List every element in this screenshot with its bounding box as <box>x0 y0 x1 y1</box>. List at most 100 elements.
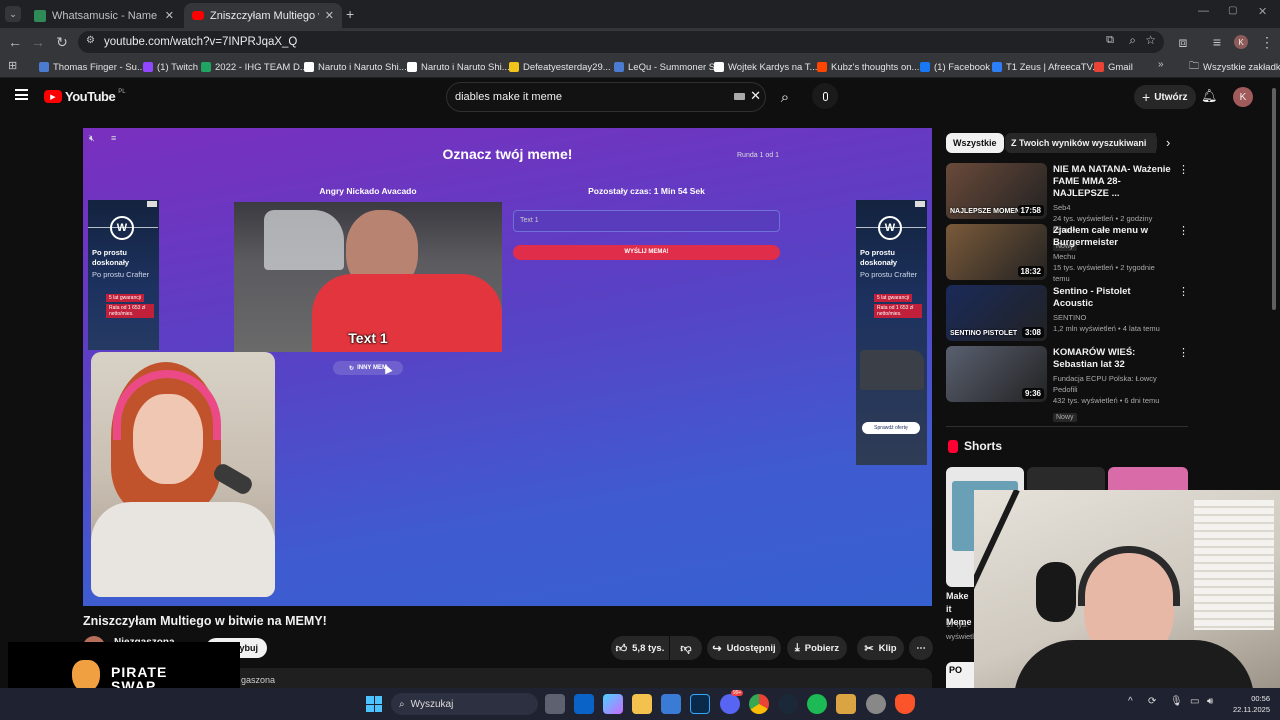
more-options-icon[interactable]: ⋮ <box>1178 224 1189 237</box>
store-icon[interactable] <box>661 694 681 714</box>
profile-avatar[interactable]: K <box>1234 35 1248 49</box>
ad-cta-button[interactable]: Sprawdź ofertę <box>862 422 920 434</box>
window-close-icon[interactable]: ✕ <box>1258 5 1267 18</box>
bookmark-item[interactable]: Naruto i Naruto Shi... <box>407 59 510 75</box>
clock[interactable]: 00:56 22.11.2025 <box>1226 693 1270 715</box>
spotify-icon[interactable] <box>807 694 827 714</box>
zoom-icon[interactable]: ⌕ <box>1129 33 1136 48</box>
taskbar-search[interactable]: ⌕ Wyszukaj <box>391 693 538 715</box>
ad-left[interactable]: W Po prostu doskonały Po prostu Crafter … <box>88 200 159 350</box>
tab-search-button[interactable]: ⌄ <box>5 6 21 22</box>
tab-whatsamusic[interactable]: Whatsamusic - Name That Tune ✕ <box>26 3 182 28</box>
youtube-logo[interactable]: ▶ YouTube PL <box>44 89 126 104</box>
chevron-right-icon[interactable]: › <box>1166 135 1170 150</box>
video-title[interactable]: Zjadłem całe menu w Burgermeister <box>1053 225 1171 249</box>
outlook-icon[interactable] <box>574 694 594 714</box>
menu-dots-icon[interactable]: ⋮ <box>1256 28 1278 56</box>
back-arrow-icon[interactable]: ← <box>4 28 26 56</box>
bookmark-star-icon[interactable]: ☆ <box>1145 33 1156 47</box>
game-menu-icon[interactable]: ≡ <box>111 133 116 143</box>
close-icon[interactable]: ✕ <box>165 9 174 22</box>
site-info-icon[interactable]: ⚙ <box>86 35 95 46</box>
bookmark-item[interactable]: Gmail <box>1094 59 1133 75</box>
like-button[interactable]: 👍︎ 5,8 tys. <box>611 636 669 660</box>
address-bar[interactable]: ⚙ youtube.com/watch?v=7INPRJqaX_Q ⧉ ⌕ ☆ <box>78 31 1164 53</box>
voice-search-icon[interactable] <box>812 83 838 109</box>
bookmark-item[interactable]: Naruto i Naruto Shi... <box>304 59 407 75</box>
app-icon[interactable] <box>866 694 886 714</box>
reading-list-icon[interactable]: ≡ <box>1206 28 1228 56</box>
notifications-bell-icon[interactable]: 🔔︎ <box>1201 88 1218 104</box>
more-options-icon[interactable]: ⋮ <box>1178 285 1189 298</box>
filter-chip-all[interactable]: Wszystkie <box>946 133 1004 153</box>
adchoices-icon[interactable] <box>147 201 157 207</box>
maximize-icon[interactable]: ▢ <box>1228 5 1237 16</box>
bookmark-item[interactable]: Kubz's thoughts on... <box>817 59 919 75</box>
recommended-video[interactable]: 18:32 Zjadłem całe menu w Burgermeister Me… <box>946 224 1189 285</box>
tray-app-icon[interactable]: ⟳ <box>1148 696 1156 707</box>
short-card[interactable] <box>1108 467 1188 491</box>
tray-chevron-icon[interactable]: ^ <box>1128 696 1133 707</box>
close-icon[interactable]: ✕ <box>325 9 334 22</box>
avatar[interactable]: K <box>1233 87 1253 107</box>
ad-right[interactable]: W Po prostu doskonały Po prostu Crafter … <box>856 200 927 465</box>
meme-text-input[interactable]: Text 1 <box>513 210 780 232</box>
video-thumbnail[interactable]: 9:36 <box>946 346 1047 402</box>
file-explorer-icon[interactable] <box>632 694 652 714</box>
bookmark-item[interactable]: (1) Facebook <box>920 59 990 75</box>
tray-network-icon[interactable]: ▭ <box>1190 696 1199 707</box>
create-button[interactable]: + Utwórz <box>1134 85 1196 109</box>
copilot-icon[interactable] <box>603 694 623 714</box>
bookmark-item[interactable]: (1) Twitch <box>143 59 198 75</box>
more-actions-button[interactable]: ⋯ <box>909 636 933 660</box>
other-meme-button[interactable]: ↻ INNY MEM <box>333 361 403 375</box>
tab-youtube-video[interactable]: Zniszczyłam Multiego w bitwie ✕ <box>184 3 342 28</box>
page-scrollbar[interactable] <box>1272 88 1276 310</box>
short-card[interactable] <box>1027 467 1105 491</box>
short-card[interactable]: PO <box>946 662 974 688</box>
steam-icon[interactable] <box>778 694 798 714</box>
minimize-icon[interactable]: — <box>1198 5 1209 17</box>
keyboard-icon[interactable] <box>734 93 745 100</box>
new-tab-button[interactable]: + <box>346 6 354 22</box>
photoshop-icon[interactable] <box>690 694 710 714</box>
bookmark-item[interactable]: Wojtek Kardys na T... <box>714 59 817 75</box>
more-options-icon[interactable]: ⋮ <box>1178 346 1189 359</box>
video-thumbnail[interactable]: 18:32 <box>946 224 1047 280</box>
search-icon[interactable]: ⌕ <box>772 84 798 110</box>
filter-chip-partial[interactable] <box>1146 133 1156 153</box>
more-options-icon[interactable]: ⋮ <box>1178 163 1189 176</box>
app-icon[interactable] <box>836 694 856 714</box>
recommended-video[interactable]: 9:36 KOMARÓW WIEŚ: Sebastian lat 32 Fundac… <box>946 346 1189 422</box>
tray-volume-icon[interactable]: 🔊︎ <box>1207 696 1213 707</box>
more-bookmarks-icon[interactable]: » <box>1158 59 1164 70</box>
forward-arrow-icon[interactable]: → <box>27 28 49 56</box>
video-thumbnail[interactable]: SENTINO PISTOLET 3:08 <box>946 285 1047 341</box>
video-title[interactable]: Sentino - Pistolet Acoustic <box>1053 286 1171 310</box>
bookmark-item[interactable]: 2022 - IHG TEAM D... <box>201 59 308 75</box>
channel-name[interactable]: Mechu <box>1053 251 1171 262</box>
dislike-button[interactable]: 👎︎ <box>670 636 702 660</box>
channel-name[interactable]: Seb4 <box>1053 202 1171 213</box>
filter-chip-from-search[interactable]: Z Twoich wyników wyszukiwania <box>1005 133 1158 153</box>
bookmark-item[interactable]: T1 Zeus | AfreecaTV... <box>992 59 1100 75</box>
tray-mic-icon[interactable]: 🎙︎ <box>1170 696 1183 707</box>
recommended-video[interactable]: SENTINO PISTOLET 3:08 Sentino - Pistolet A… <box>946 285 1189 346</box>
apps-grid-icon[interactable]: ⊞ <box>8 59 17 72</box>
submit-meme-button[interactable]: WYŚLIJ MEMA! <box>513 245 780 260</box>
clip-button[interactable]: ✂ Klip <box>857 636 904 660</box>
extensions-icon[interactable]: ⧈ <box>1172 28 1194 56</box>
bookmark-item[interactable]: LeQu - Summoner S... <box>614 59 723 75</box>
all-bookmarks-folder[interactable]: 🗀 Wszystkie zakładki <box>1189 59 1280 75</box>
search-input[interactable]: diables make it meme ✕ <box>446 82 766 112</box>
recommended-video[interactable]: NAJLEPSZE MOMENTY 17:58 NIE MA NATANA- Waż… <box>946 163 1189 251</box>
reload-icon[interactable]: ↻ <box>51 28 73 56</box>
bookmark-item[interactable]: Thomas Finger - Su... <box>39 59 145 75</box>
muted-speaker-icon[interactable]: 🔇︎ <box>89 133 95 144</box>
share-button[interactable]: ↪ Udostępnij <box>707 636 781 660</box>
bookmark-item[interactable]: Defeatyesterday29... <box>509 59 611 75</box>
hamburger-menu-icon[interactable] <box>15 89 28 100</box>
adchoices-icon[interactable] <box>915 201 925 207</box>
install-app-icon[interactable]: ⧉ <box>1106 34 1114 47</box>
video-title[interactable]: NIE MA NATANA- Ważenie FAME MMA 28- NAJL… <box>1053 164 1171 200</box>
